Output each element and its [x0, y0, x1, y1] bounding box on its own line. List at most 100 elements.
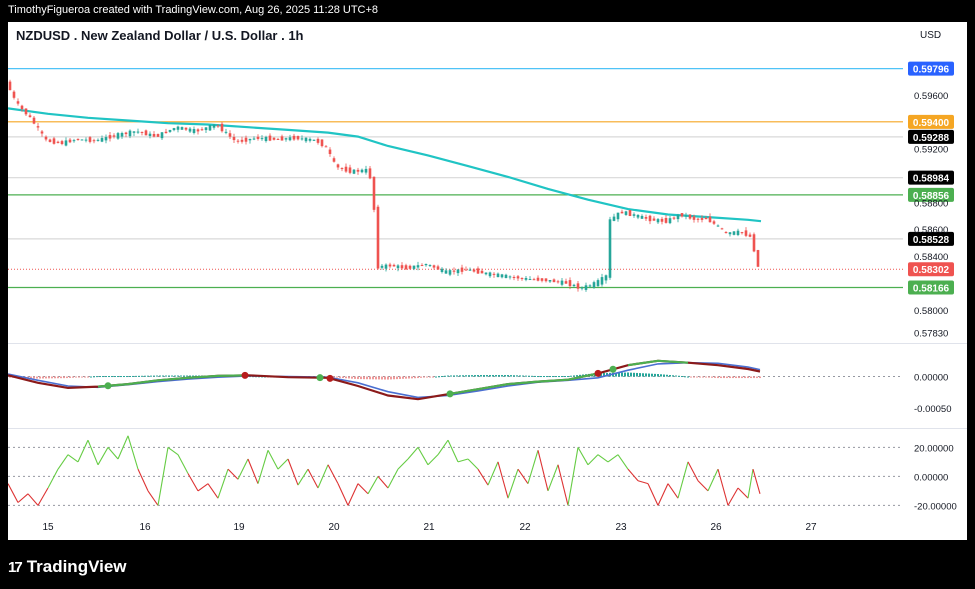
- macd-histogram-bar: [561, 376, 563, 378]
- macd-histogram-bar: [498, 375, 500, 377]
- macd-histogram-bar: [645, 373, 647, 377]
- macd-histogram-bar: [678, 375, 680, 377]
- macd-histogram-bar: [741, 376, 743, 379]
- candle-body: [220, 123, 224, 132]
- candle-body: [728, 232, 732, 235]
- candle-body: [716, 225, 720, 227]
- macd-histogram-bar: [531, 375, 533, 377]
- macd-histogram-bar: [726, 376, 728, 379]
- candle-body: [644, 217, 648, 219]
- candle-body: [112, 135, 116, 137]
- macd-histogram-bar: [183, 375, 185, 377]
- macd-histogram-bar: [474, 375, 476, 377]
- macd-histogram-bar: [690, 376, 692, 378]
- candle-body: [556, 281, 560, 283]
- oscillator-tick-label: 20.00000: [914, 443, 954, 454]
- candle-body: [172, 128, 176, 131]
- candle-body: [520, 278, 524, 280]
- macd-histogram-bar: [642, 373, 644, 377]
- candle-body: [676, 214, 680, 220]
- candle-body: [404, 265, 408, 270]
- macd-histogram-bar: [648, 373, 650, 377]
- candle-body: [708, 216, 712, 223]
- candle-body: [312, 139, 316, 141]
- candle-body: [216, 125, 220, 127]
- macd-histogram-bar: [33, 376, 35, 379]
- candle-body: [664, 217, 668, 223]
- macd-histogram-bar: [681, 376, 683, 378]
- macd-histogram-bar: [675, 375, 677, 377]
- candle-body: [384, 264, 388, 269]
- macd-histogram-bar: [687, 376, 689, 378]
- candle-body: [324, 146, 328, 148]
- candle-body: [460, 267, 464, 272]
- macd-histogram-bar: [468, 375, 470, 377]
- macd-histogram-bar: [633, 372, 635, 377]
- macd-histogram-bar: [456, 375, 458, 377]
- crossover-marker: [594, 369, 602, 377]
- candle-body: [36, 126, 40, 128]
- candle-body: [544, 278, 548, 282]
- macd-histogram-bar: [432, 376, 434, 378]
- macd-histogram-bar: [513, 375, 515, 377]
- candle-body: [160, 132, 164, 139]
- candle-body: [188, 128, 192, 132]
- candle-body: [616, 212, 620, 220]
- candle-body: [600, 277, 604, 285]
- candle-body: [176, 126, 180, 130]
- candle-body: [360, 169, 364, 173]
- candle-body: [592, 282, 596, 288]
- macd-tick-label: -0.00050: [914, 404, 952, 415]
- candle-body: [608, 219, 612, 278]
- price-tick-label: 0.58600: [914, 225, 948, 236]
- candle-body: [632, 214, 636, 216]
- price-level-label: 0.59288: [913, 133, 950, 144]
- macd-histogram-bar: [516, 375, 518, 377]
- x-axis-tick-label: 19: [233, 522, 245, 533]
- crossover-marker: [104, 382, 112, 390]
- candle-body: [200, 129, 204, 131]
- macd-histogram-bar: [717, 376, 719, 379]
- price-level-label: 0.58302: [913, 265, 950, 276]
- macd-histogram-bar: [45, 376, 47, 379]
- macd-histogram-bar: [366, 376, 368, 380]
- candle-body: [432, 265, 436, 268]
- currency-label: USD: [920, 30, 941, 41]
- candle-body: [308, 138, 312, 141]
- candle-body: [336, 164, 340, 168]
- macd-histogram-bar: [507, 375, 509, 377]
- candle-body: [712, 221, 716, 224]
- macd-histogram-bar: [411, 376, 413, 379]
- candle-body: [136, 131, 140, 133]
- candle-body: [64, 140, 68, 146]
- macd-histogram-bar: [48, 376, 50, 379]
- macd-histogram-bar: [753, 376, 755, 379]
- candle-body: [120, 132, 124, 137]
- macd-histogram-bar: [564, 376, 566, 378]
- candle-body: [228, 133, 232, 137]
- macd-histogram-bar: [165, 375, 167, 377]
- chart[interactable]: 0.597960.594000.592880.589840.588560.585…: [8, 22, 967, 540]
- macd-histogram-bar: [450, 375, 452, 377]
- chart-title: NZDUSD . New Zealand Dollar / U.S. Dolla…: [16, 28, 304, 43]
- candle-body: [448, 270, 452, 275]
- macd-histogram-bar: [495, 375, 497, 377]
- candle-body: [456, 269, 460, 274]
- macd-histogram-bar: [744, 376, 746, 379]
- candle-body: [564, 281, 568, 284]
- candle-body: [348, 167, 352, 173]
- candle-body: [268, 135, 272, 141]
- oscillator-tick-label: 0.00000: [914, 472, 948, 483]
- macd-histogram-bar: [375, 376, 377, 380]
- candle-body: [488, 272, 492, 277]
- candle-body: [152, 134, 156, 137]
- candle-body: [572, 284, 576, 286]
- candle-body: [40, 131, 44, 134]
- macd-histogram-bar: [534, 375, 536, 377]
- macd-histogram-bar: [84, 376, 86, 378]
- macd-histogram-bar: [336, 376, 338, 378]
- macd-histogram-bar: [105, 376, 107, 378]
- macd-histogram-bar: [684, 376, 686, 378]
- macd-histogram-bar: [72, 376, 74, 378]
- macd-histogram-bar: [420, 376, 422, 378]
